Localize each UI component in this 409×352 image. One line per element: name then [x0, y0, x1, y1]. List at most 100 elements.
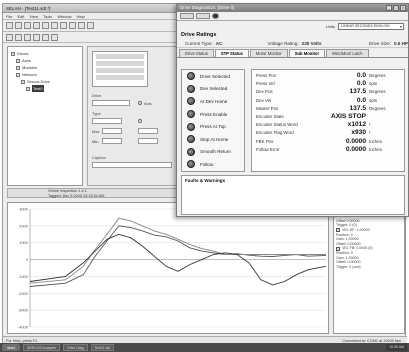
taskbar-item[interactable]: Drive Diag — [63, 344, 88, 351]
open-folder-icon[interactable] — [15, 22, 22, 29]
folder-icon — [16, 58, 20, 63]
paste-icon[interactable] — [60, 22, 67, 29]
units-label: Units — [325, 23, 335, 29]
status-press-enable: Press Enable — [182, 108, 244, 121]
tab-sub-monitor[interactable]: Sub Monitor — [288, 49, 326, 57]
props-label-min: Min — [92, 139, 99, 144]
faults-warnings-panel: Faults & Warnings — [181, 175, 405, 215]
connect-icon[interactable] — [69, 22, 76, 29]
status-line-2: Tagged: Dec 5 2009 13:13:04 AM — [48, 193, 105, 198]
faults-warnings-heading: Faults & Warnings — [185, 178, 226, 183]
cursor-icon[interactable] — [24, 34, 31, 41]
folder-icon — [11, 51, 15, 56]
drive-select[interactable] — [92, 100, 130, 106]
start-button[interactable]: start — [2, 344, 20, 351]
folder-icon — [16, 65, 20, 70]
record-icon[interactable] — [212, 13, 219, 19]
status-led-icon — [187, 122, 195, 131]
maximize-icon[interactable]: □ — [393, 5, 399, 11]
monitor-row: Dev Pos 137.5 Degrees — [256, 88, 386, 96]
menu-window[interactable]: Window — [57, 13, 71, 19]
status-follow: Follow — [182, 158, 244, 171]
taskbar-item[interactable]: Test11.sdt — [90, 344, 115, 351]
copy-icon[interactable] — [51, 22, 58, 29]
drive-ratings-heading: Drive Ratings — [181, 32, 217, 38]
units-row: Units LINEAR SECONDS ENGLISH ▾ — [177, 21, 408, 31]
diagnostics-title: Drive Diagnostics: [Drive 0] — [180, 5, 235, 10]
help-icon[interactable] — [87, 22, 94, 29]
status-smooth-return: Smooth Return — [182, 146, 244, 159]
monitor-value: 137.5 — [349, 88, 366, 96]
monitor-row: Encoder Flag Word x930 r — [256, 129, 371, 137]
monitor-value: 0.0 — [356, 96, 366, 104]
stp-status-panel: Drive Selected Dev Selected At Dev Home … — [181, 69, 245, 172]
tab-motor-monitor[interactable]: Motor Monitor — [249, 49, 288, 57]
tree-node-modules[interactable]: Modules — [11, 64, 79, 71]
stop-icon[interactable] — [51, 34, 58, 41]
trigger-icon[interactable] — [33, 34, 40, 41]
min-field[interactable] — [102, 138, 122, 144]
menu-edit[interactable]: Edit — [17, 13, 24, 19]
monitor-row: Press Vel 0.0 spm — [256, 80, 378, 88]
taskbar-item[interactable]: SERCOS Analyzer — [23, 344, 61, 351]
status-stop-at-home: Stop At Home — [182, 133, 244, 146]
tree-node-test0[interactable]: Test0 — [11, 85, 79, 92]
status-led-icon — [187, 72, 195, 81]
y-tick-label: 3000 — [19, 207, 29, 212]
tab-misc-latch[interactable]: Misc/Mon/ Latch — [326, 49, 369, 57]
current-type-label: Current Type: — [185, 40, 213, 46]
print-icon[interactable] — [33, 22, 40, 29]
zoom-out-icon[interactable] — [15, 34, 22, 41]
monitor-row: FBK Pos 0.0000 Inches — [256, 137, 382, 145]
drive-diagnostics-window: Drive Diagnostics: [Drive 0] _ □ × Units… — [176, 3, 409, 217]
status-led-icon — [187, 135, 195, 144]
monitor-row: Follow Error 0.0000 Inches — [256, 145, 382, 153]
scope-chart[interactable]: 3000 2000 1000 0 -1000 -2000 -3000 -4000 — [7, 202, 329, 334]
tab-stp-status[interactable]: STP Status — [214, 49, 249, 57]
tree-node-axes[interactable]: Axes — [11, 57, 79, 64]
props-label-type: Type — [92, 111, 101, 116]
units-select[interactable]: LINEAR SECONDS ENGLISH ▾ — [338, 22, 404, 30]
monitor-row: Press Pos 0.0 Degrees — [256, 72, 386, 79]
zoom-in-icon[interactable] — [6, 34, 13, 41]
type-radio[interactable] — [138, 119, 142, 123]
folder-icon — [16, 72, 20, 77]
menu-tools[interactable]: Tools — [43, 13, 52, 19]
refresh-button[interactable] — [180, 13, 194, 19]
max-field-2[interactable] — [138, 128, 158, 134]
caption-field[interactable] — [92, 162, 172, 168]
menu-file[interactable]: File — [6, 13, 12, 19]
new-file-icon[interactable] — [6, 22, 13, 29]
props-label-drive: Drive — [92, 93, 102, 98]
tree-node-network[interactable]: Network — [11, 71, 79, 78]
y-tick-label: -2000 — [18, 291, 29, 296]
monitor-value: 0.0000 — [345, 145, 366, 153]
menu-help[interactable]: Help — [77, 13, 85, 19]
drive-size-value: 0.5 HP — [393, 40, 408, 46]
y-tick-label: 0 — [26, 257, 29, 262]
print-button[interactable] — [196, 13, 210, 19]
diagnostics-toolbar — [177, 12, 408, 21]
type-field[interactable] — [92, 118, 122, 124]
drive-icon — [21, 79, 25, 84]
status-drive-selected: Drive Selected — [182, 70, 244, 83]
y-tick-label: -1000 — [18, 274, 29, 279]
tab-drive-status[interactable]: Drive Status — [179, 49, 214, 57]
max-field[interactable] — [102, 128, 122, 134]
close-icon[interactable]: × — [400, 5, 406, 11]
min-field-2[interactable] — [138, 138, 158, 144]
scope-plot: 3000 2000 1000 0 -1000 -2000 -3000 -4000 — [18, 207, 327, 330]
tree-node-sercos-drive[interactable]: Sercos Drive — [11, 78, 79, 85]
taskbar: start SERCOS Analyzer Drive Diag Test11.… — [0, 343, 409, 352]
minimize-icon[interactable]: _ — [386, 5, 392, 11]
disconnect-icon[interactable] — [78, 22, 85, 29]
run-icon[interactable] — [42, 34, 49, 41]
cut-icon[interactable] — [42, 22, 49, 29]
menu-view[interactable]: View — [29, 13, 38, 19]
legend-entry: Trigger: 0 (one) — [336, 264, 361, 269]
status-led-icon — [187, 97, 195, 106]
axis-radio[interactable] — [138, 101, 142, 105]
tree-node-drives[interactable]: Drives — [11, 50, 79, 57]
properties-list[interactable] — [92, 51, 148, 87]
save-icon[interactable] — [24, 22, 31, 29]
